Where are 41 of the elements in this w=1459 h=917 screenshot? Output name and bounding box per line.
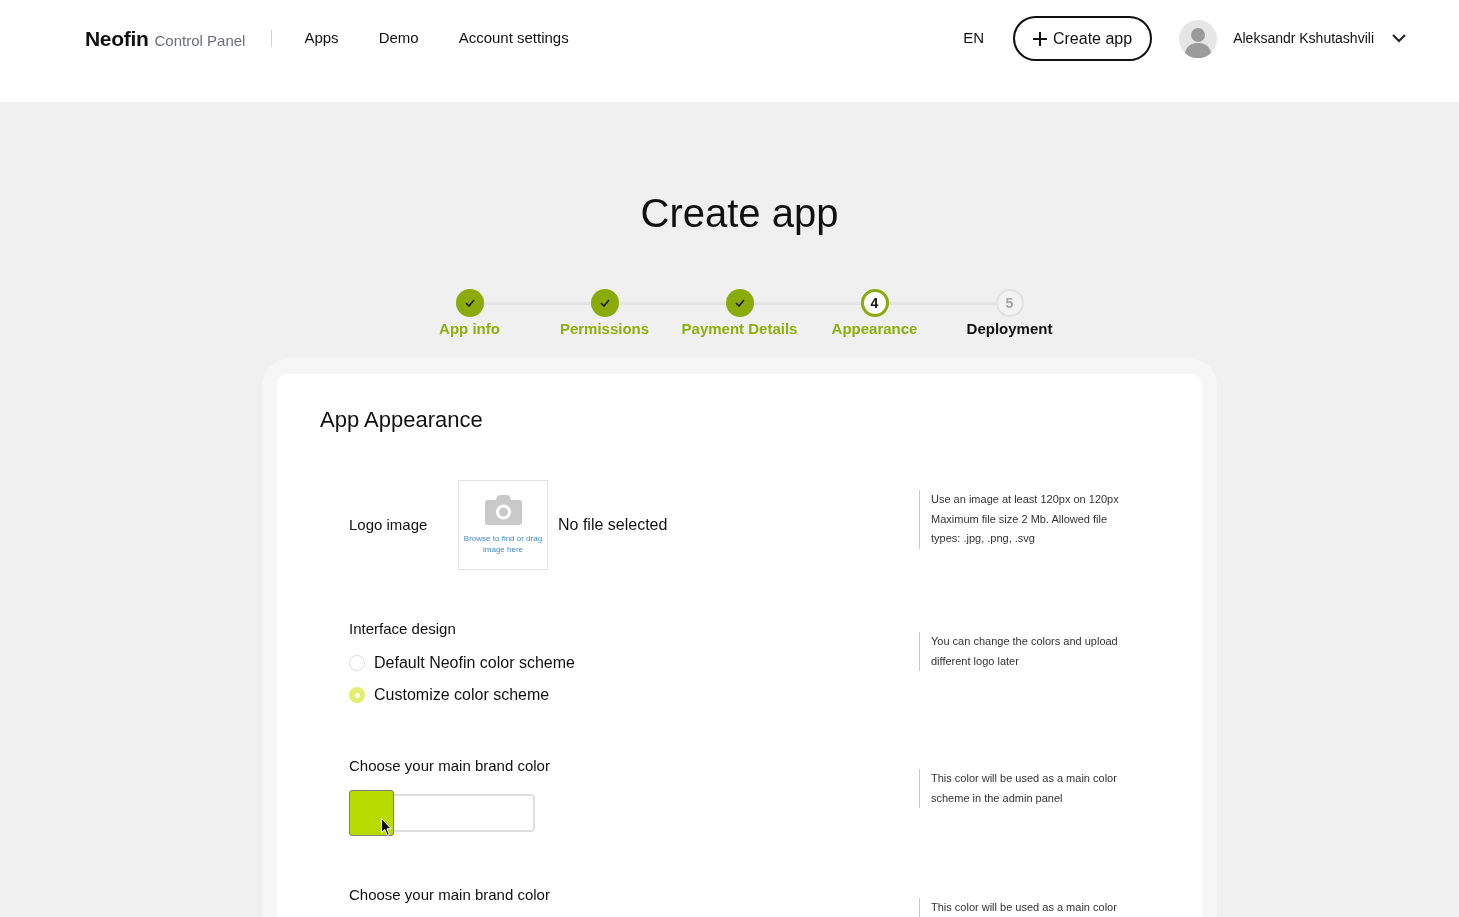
radio-button[interactable] bbox=[349, 687, 365, 703]
nav-link[interactable]: Demo bbox=[378, 27, 419, 50]
chevron-down-icon[interactable] bbox=[1392, 34, 1406, 43]
image-dropzone[interactable]: Browse to find or drag image here bbox=[458, 480, 548, 570]
step-label: Permissions bbox=[559, 319, 650, 339]
plus-icon bbox=[1032, 31, 1047, 46]
step-circle: 4 bbox=[860, 289, 889, 317]
step-label: Deployment bbox=[966, 319, 1053, 339]
step-circle: 5 bbox=[995, 289, 1024, 317]
create-app-button[interactable]: Create app bbox=[1012, 16, 1153, 61]
brand-name: Neofin bbox=[85, 28, 149, 49]
help-text: Use an image at least 120px on 120px Maximum file size 2 Mb. Allowed file types: .jpg, .png, .svg bbox=[919, 490, 1136, 549]
help-text: This color will be used as a main color scheme in the admin panel bbox=[919, 769, 1136, 808]
radio-label[interactable]: Customize color scheme bbox=[374, 683, 550, 707]
radio-button[interactable] bbox=[349, 655, 365, 671]
field-label: Choose your main brand color bbox=[349, 756, 550, 776]
help-text: This color will be used as a main color bbox=[919, 898, 1136, 917]
step-label: Payment Details bbox=[681, 319, 798, 339]
field-label: Logo image bbox=[349, 515, 429, 535]
section-title: App Appearance bbox=[320, 407, 483, 433]
brand-subtitle: Control Panel bbox=[154, 33, 246, 48]
language-link[interactable]: EN bbox=[963, 27, 984, 50]
check-icon bbox=[464, 299, 475, 307]
nav-link[interactable]: Account settings bbox=[458, 27, 569, 50]
color-swatch[interactable] bbox=[349, 790, 394, 836]
file-status-text: No file selected bbox=[558, 515, 668, 535]
color-input-field[interactable] bbox=[392, 794, 535, 832]
check-icon bbox=[599, 299, 610, 307]
user-name-link[interactable]: Aleksandr Kshutashvili bbox=[1233, 28, 1374, 49]
nav-link[interactable]: Apps bbox=[304, 27, 339, 50]
field-label: Choose your main brand color bbox=[349, 885, 550, 905]
help-text: You can change the colors and upload different logo later bbox=[919, 632, 1136, 671]
mouse-pointer-icon bbox=[381, 818, 392, 836]
field-label: Interface design bbox=[349, 619, 456, 639]
avatar-icon[interactable] bbox=[1179, 19, 1218, 58]
page-title: Create app bbox=[640, 190, 839, 237]
step-label: Appearance bbox=[831, 319, 918, 339]
step-label: App info bbox=[439, 319, 500, 339]
check-icon bbox=[734, 299, 745, 307]
camera-icon bbox=[484, 495, 522, 525]
radio-label[interactable]: Default Neofin color scheme bbox=[374, 651, 575, 675]
